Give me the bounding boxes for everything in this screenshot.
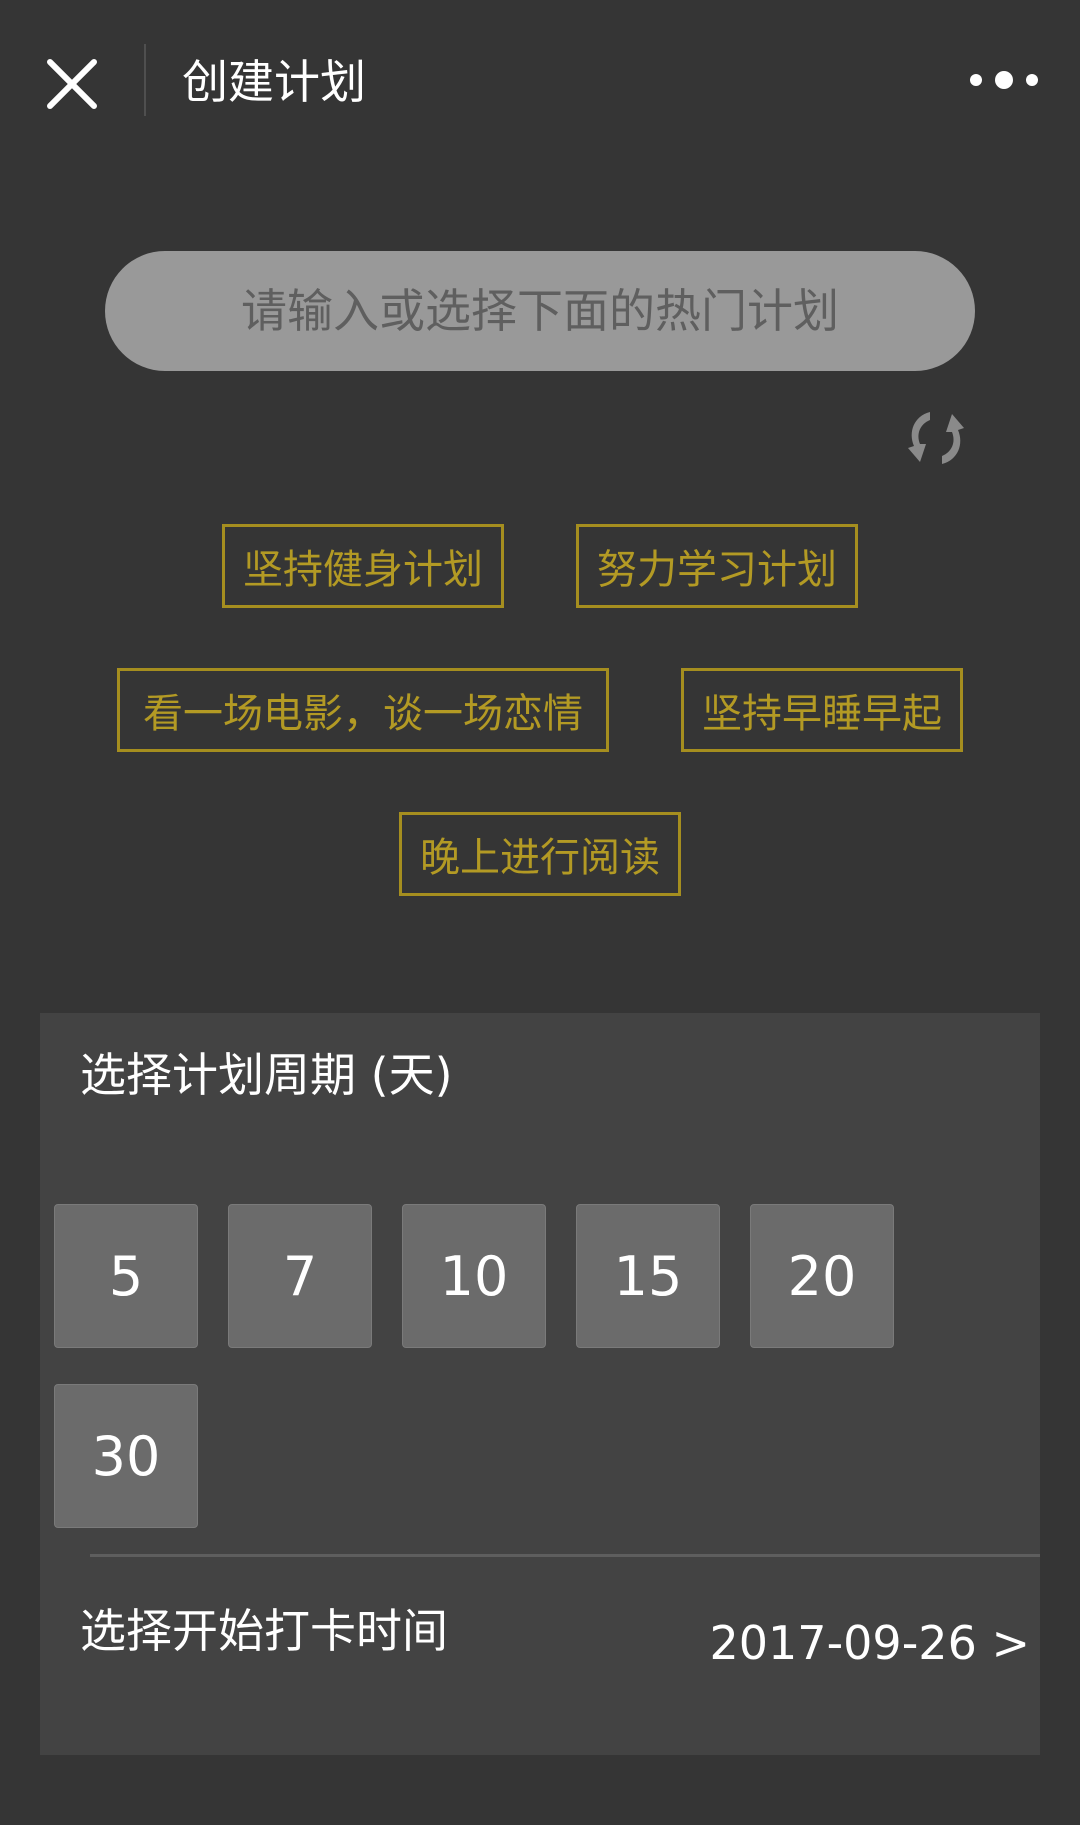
refresh-button[interactable] bbox=[900, 402, 972, 474]
nav-divider bbox=[144, 44, 146, 116]
period-option[interactable]: 7 bbox=[228, 1204, 372, 1348]
page-title: 创建计划 bbox=[182, 55, 366, 109]
close-icon bbox=[47, 59, 97, 109]
panel-divider bbox=[90, 1554, 1040, 1557]
period-option[interactable]: 10 bbox=[402, 1204, 546, 1348]
plan-search-input[interactable] bbox=[105, 251, 975, 371]
start-time-label: 选择开始打卡时间 bbox=[80, 1604, 448, 1658]
hot-plan-tag[interactable]: 晚上进行阅读 bbox=[399, 812, 681, 896]
period-title: 选择计划周期 (天) bbox=[80, 1048, 453, 1102]
hot-plan-tag[interactable]: 坚持健身计划 bbox=[222, 524, 504, 608]
refresh-icon bbox=[908, 412, 964, 464]
start-date-picker[interactable]: 2017-09-26 > bbox=[710, 1611, 1031, 1675]
more-button[interactable] bbox=[968, 62, 1040, 98]
period-option[interactable]: 30 bbox=[54, 1384, 198, 1528]
hot-plan-tag[interactable]: 坚持早睡早起 bbox=[681, 668, 963, 752]
period-option[interactable]: 15 bbox=[576, 1204, 720, 1348]
hot-plan-tag[interactable]: 努力学习计划 bbox=[576, 524, 858, 608]
settings-panel: 选择计划周期 (天) 5 7 10 15 20 30 选择开始打卡时间 2017… bbox=[40, 1013, 1040, 1755]
close-button[interactable] bbox=[44, 56, 100, 112]
nav-bar: 创建计划 bbox=[0, 0, 1080, 160]
more-dots-icon bbox=[970, 71, 1038, 89]
hot-plan-tag[interactable]: 看一场电影，谈一场恋情 bbox=[117, 668, 609, 752]
period-option[interactable]: 20 bbox=[750, 1204, 894, 1348]
period-option[interactable]: 5 bbox=[54, 1204, 198, 1348]
